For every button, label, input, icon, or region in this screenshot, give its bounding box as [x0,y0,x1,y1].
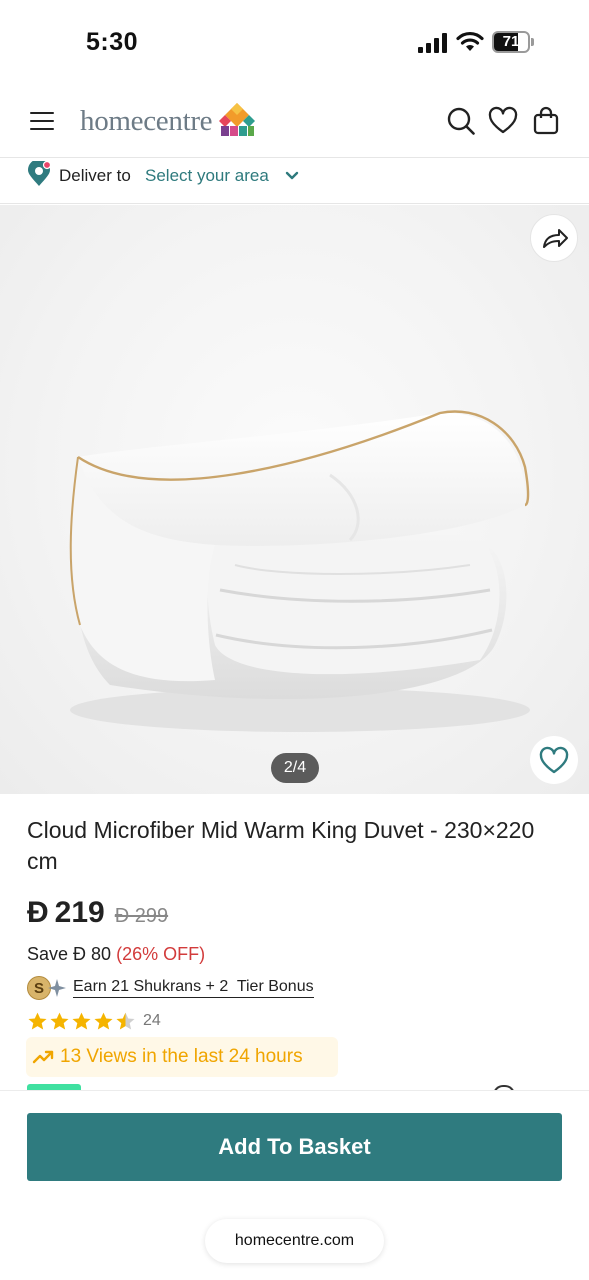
rating-row[interactable]: 24 [27,1010,161,1032]
product-image [69,410,530,732]
select-area-link[interactable]: Select your area [145,166,269,186]
delivery-bar[interactable]: Deliver to Select your area [0,158,589,204]
deliver-to-label: Deliver to [59,166,131,185]
status-bar: 5:30 71 [0,0,589,88]
price-row: Đ 219 Đ 299 [27,896,168,932]
shopping-bag-icon[interactable] [531,106,561,136]
location-pin-icon [28,161,52,186]
browser-url-pill[interactable]: homecentre.com [205,1219,384,1263]
battery-icon: 71 [492,31,534,53]
current-price: 219 [54,896,105,929]
add-to-basket-button[interactable]: Add To Basket [27,1113,562,1181]
wifi-icon [456,31,484,51]
views-badge: 13 Views in the last 24 hours [26,1037,338,1077]
menu-icon [30,112,54,114]
shukran-rewards[interactable]: S Earn 21 Shukrans + 2 Tier Bonus [27,975,314,1001]
shukran-earn-link[interactable]: Earn 21 Shukrans + 2 Tier Bonus [73,978,314,998]
savings-row: Save Đ 80 (26% OFF) [27,944,205,965]
save-amount: Đ 80 [73,944,112,964]
trending-up-icon [32,1050,54,1064]
search-icon[interactable] [446,106,476,136]
rating-count: 24 [143,1012,161,1029]
add-to-wishlist-button[interactable] [530,736,578,784]
views-text: 13 Views in the last 24 hours [60,1046,303,1067]
share-icon [543,229,568,248]
logo[interactable]: homecentre [80,96,256,146]
discount-percent: (26% OFF) [116,944,206,964]
bottom-action-bar: Add To Basket homecentre.com [0,1090,589,1280]
app-header: homecentre [0,88,589,158]
logo-mark-icon [219,103,256,136]
star-full-icon [28,1012,47,1029]
currency-symbol: Đ [27,896,49,929]
menu-button[interactable] [28,108,58,134]
product-image-gallery[interactable] [0,205,589,794]
star-full-icon [94,1012,113,1029]
star-half-icon [116,1012,135,1029]
image-page-indicator: 2/4 [271,753,319,783]
original-price: Đ 299 [114,905,169,927]
chevron-down-icon[interactable] [283,168,301,184]
battery-level: 71 [502,33,520,50]
logo-text: homecentre [80,104,213,137]
heart-icon[interactable] [488,106,518,136]
tier-star-icon [48,979,66,997]
status-time: 5:30 [86,28,139,56]
signal-icon [418,33,447,53]
star-full-icon [72,1012,91,1029]
star-full-icon [50,1012,69,1029]
share-button[interactable] [530,214,578,262]
save-label: Save [27,944,69,964]
product-title: Cloud Microfiber Mid Warm King Duvet - 2… [27,817,535,874]
heart-outline-icon [539,746,569,774]
